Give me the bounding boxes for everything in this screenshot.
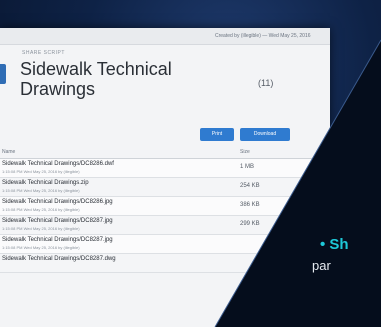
overlay-sub-text: par [312,258,331,273]
overlay-bullet-text: • Sh [320,236,349,253]
diagonal-overlay [214,39,381,327]
